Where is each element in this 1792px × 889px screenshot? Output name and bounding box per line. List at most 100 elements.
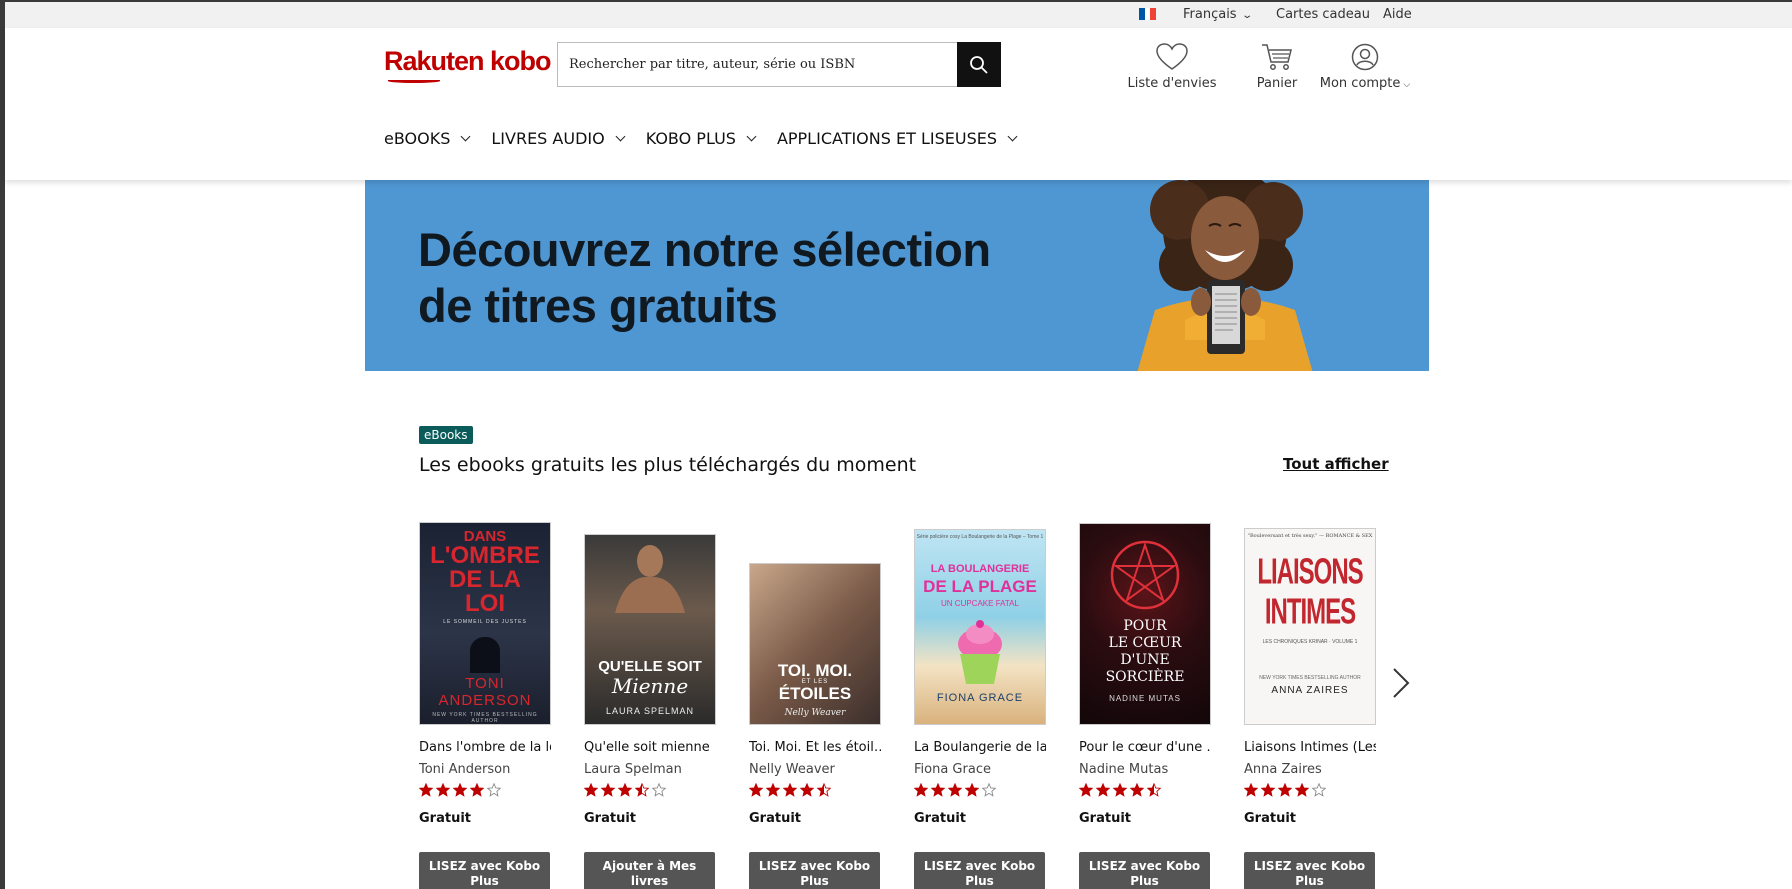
add-to-my-books-button[interactable]: Ajouter à Mes livres <box>584 852 715 889</box>
search-icon <box>970 55 988 74</box>
book-card[interactable]: DANS L'OMBRE DE LA LOI LE SOMMEIL DES JU… <box>418 520 551 889</box>
rating-stars <box>583 782 669 798</box>
cover-figure <box>470 637 500 673</box>
book-author[interactable]: Toni Anderson <box>419 762 510 777</box>
book-title[interactable]: La Boulangerie de la… <box>914 740 1046 755</box>
carousel-next-arrow-icon[interactable] <box>1388 663 1412 703</box>
book-cover[interactable]: "Bouleversant et très sexy." — ROMANCE &… <box>1244 528 1376 725</box>
hero-headline: Découvrez notre sélection de titres grat… <box>418 222 991 334</box>
cover-title: POUR <box>1123 618 1167 634</box>
book-card[interactable]: Série policière cosy La Boulangerie de l… <box>913 520 1046 889</box>
french-flag-icon[interactable] <box>1139 8 1157 20</box>
book-price: Gratuit <box>419 811 471 826</box>
read-with-kobo-plus-button[interactable]: LISEZ avec Kobo Plus <box>914 852 1045 889</box>
wishlist-button[interactable]: Liste d'envies <box>1122 42 1222 91</box>
star-icon <box>1277 782 1293 797</box>
cover-title: SORCIÈRE <box>1105 669 1185 685</box>
book-author[interactable]: Laura Spelman <box>584 762 682 777</box>
nav-apps-ereaders[interactable]: APPLICATIONS ET LISEUSES <box>777 129 1018 148</box>
star-icon <box>435 782 451 797</box>
star-icon <box>1243 782 1259 797</box>
pentagram-icon <box>1110 540 1180 610</box>
book-cover[interactable]: DANS L'OMBRE DE LA LOI LE SOMMEIL DES JU… <box>419 522 551 725</box>
chevron-down-icon <box>746 131 757 141</box>
book-price: Gratuit <box>914 811 966 826</box>
cover-title: INTIMES <box>1264 592 1356 633</box>
read-with-kobo-plus-button[interactable]: LISEZ avec Kobo Plus <box>1079 852 1210 889</box>
star-icon <box>600 782 616 797</box>
star-icon <box>617 782 633 797</box>
cover-title: DE LA <box>449 566 521 593</box>
star-icon <box>816 782 832 797</box>
read-with-kobo-plus-button[interactable]: LISEZ avec Kobo Plus <box>749 852 880 889</box>
cover-author: LAURA SPELMAN <box>605 706 695 716</box>
book-price: Gratuit <box>1244 811 1296 826</box>
main-nav: eBOOKS LIVRES AUDIO KOBO PLUS APPLICATIO… <box>384 129 1038 148</box>
hero-banner[interactable]: Découvrez notre sélection de titres grat… <box>365 180 1429 371</box>
chevron-down-icon <box>615 131 626 141</box>
star-icon <box>913 782 929 797</box>
star-icon <box>782 782 798 797</box>
book-cover[interactable]: QU'ELLE SOIT Mienne LAURA SPELMAN <box>584 534 716 725</box>
book-cover[interactable]: TOI. MOI. ET LES ÉTOILES Nelly Weaver <box>749 563 881 725</box>
book-title[interactable]: Liaisons Intimes (Les… <box>1244 740 1376 755</box>
read-with-kobo-plus-button[interactable]: LISEZ avec Kobo Plus <box>1244 852 1375 889</box>
language-selector[interactable]: Français ⌄ <box>1183 7 1253 22</box>
book-card[interactable]: QU'ELLE SOIT Mienne LAURA SPELMAN Qu'ell… <box>583 520 716 889</box>
cover-title: DE LA PLAGE <box>923 577 1037 596</box>
book-price: Gratuit <box>584 811 636 826</box>
cover-subtitle: UN CUPCAKE FATAL <box>941 599 1019 608</box>
see-all-link[interactable]: Tout afficher <box>1283 455 1389 473</box>
account-button[interactable]: Mon compte ⌵ <box>1310 42 1420 91</box>
search-input[interactable] <box>558 43 958 86</box>
rakuten-kobo-logo[interactable]: Rakuten kobo <box>384 46 552 83</box>
cover-subtitle: LES CHRONIQUES KRINAR · VOLUME 1 <box>1262 639 1358 645</box>
book-author[interactable]: Nadine Mutas <box>1079 762 1168 777</box>
cart-button[interactable]: Panier <box>1237 42 1317 91</box>
smiling-woman-with-ereader-image <box>1137 180 1313 371</box>
book-title[interactable]: Qu'elle soit mienne <box>584 740 716 755</box>
cover-tagline: Série policière cosy La Boulangerie de l… <box>916 534 1044 540</box>
book-author[interactable]: Nelly Weaver <box>749 762 835 777</box>
cover-author: ANNA ZAIRES <box>1271 685 1349 696</box>
cover-author: FIONA GRACE <box>936 692 1024 704</box>
nav-ebooks[interactable]: eBOOKS <box>384 129 471 148</box>
nav-label: LIVRES AUDIO <box>491 129 605 148</box>
star-icon <box>981 782 997 797</box>
nav-label: KOBO PLUS <box>645 129 736 148</box>
book-card[interactable]: "Bouleversant et très sexy." — ROMANCE &… <box>1243 520 1376 889</box>
account-label: Mon compte <box>1319 76 1401 91</box>
cover-title: LIAISONS <box>1257 552 1363 593</box>
nav-kobo-plus[interactable]: KOBO PLUS <box>645 129 757 148</box>
book-title[interactable]: Dans l'ombre de la loi <box>419 740 551 755</box>
star-icon <box>651 782 667 797</box>
logo-text: Rakuten kobo <box>384 46 552 76</box>
book-card[interactable]: TOI. MOI. ET LES ÉTOILES Nelly Weaver To… <box>748 520 881 889</box>
cover-author: NADINE MUTAS <box>1109 694 1181 703</box>
cover-title: LE CŒUR <box>1108 635 1182 651</box>
search-button[interactable] <box>957 42 1001 87</box>
star-icon <box>469 782 485 797</box>
book-title[interactable]: Toi. Moi. Et les étoil… <box>749 740 881 755</box>
book-cover[interactable]: Série policière cosy La Boulangerie de l… <box>914 529 1046 725</box>
help-link[interactable]: Aide <box>1383 7 1412 22</box>
wishlist-label: Liste d'envies <box>1127 76 1217 91</box>
star-icon <box>765 782 781 797</box>
gift-cards-link[interactable]: Cartes cadeau <box>1276 7 1370 22</box>
book-card[interactable]: POUR LE CŒUR D'UNE SORCIÈRE NADINE MUTAS… <box>1078 520 1211 889</box>
cover-author: Nelly Weaver <box>784 708 846 718</box>
language-label: Français <box>1183 7 1237 22</box>
section-title: Les ebooks gratuits les plus téléchargés… <box>419 454 917 476</box>
read-with-kobo-plus-button[interactable]: LISEZ avec Kobo Plus <box>419 852 550 889</box>
nav-audiobooks[interactable]: LIVRES AUDIO <box>491 129 626 148</box>
cover-tagline: NEW YORK TIMES BESTSELLING AUTHOR <box>432 712 538 724</box>
book-cover[interactable]: POUR LE CŒUR D'UNE SORCIÈRE NADINE MUTAS <box>1079 523 1211 725</box>
search-bar <box>557 42 1001 87</box>
star-icon <box>1311 782 1327 797</box>
cover-subtitle: LE SOMMEIL DES JUSTES <box>443 619 527 625</box>
book-author[interactable]: Anna Zaires <box>1244 762 1322 777</box>
book-author[interactable]: Fiona Grace <box>914 762 991 777</box>
star-icon <box>583 782 599 797</box>
book-title[interactable]: Pour le cœur d'une … <box>1079 740 1211 755</box>
cover-title: LA BOULANGERIE <box>930 563 1030 575</box>
